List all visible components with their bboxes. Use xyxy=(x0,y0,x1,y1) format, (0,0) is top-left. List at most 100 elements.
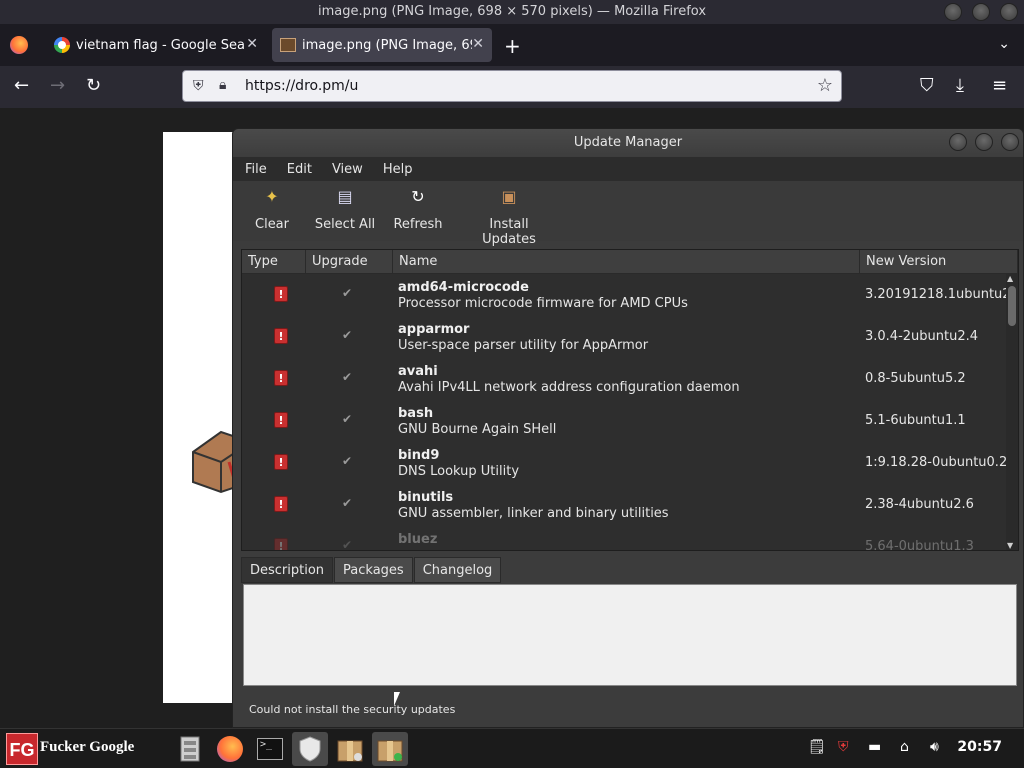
keyboard-tray-icon[interactable]: ▬ xyxy=(868,739,881,755)
status-text: Could not install the security updates xyxy=(249,703,456,716)
clear-button[interactable]: ✦ Clear xyxy=(247,185,297,232)
security-update-icon: ! xyxy=(274,370,288,386)
table-row[interactable]: ! ✔ bind9 DNS Lookup Utility 1:9.18.28-0… xyxy=(242,442,1006,484)
package-version: 2.38-4ubuntu2.6 xyxy=(865,497,974,512)
um-minimize-button[interactable] xyxy=(949,133,967,151)
package-name: bluez xyxy=(398,532,438,547)
tab-google-search[interactable]: vietnam flag - Google Search ✕ xyxy=(46,28,266,62)
firefox-logo-icon[interactable] xyxy=(10,36,28,54)
security-update-icon: ! xyxy=(274,454,288,470)
security-update-icon: ! xyxy=(274,328,288,344)
maximize-button[interactable] xyxy=(972,3,990,21)
url-bar[interactable]: ⛨ 🔒︎ https://dro.pm/u ☆ xyxy=(182,70,842,102)
package-name: apparmor xyxy=(398,322,470,337)
column-header-type[interactable]: Type xyxy=(242,250,306,274)
upgrade-checkbox[interactable]: ✔ xyxy=(342,286,352,300)
security-update-icon: ! xyxy=(274,538,288,550)
menu-file[interactable]: File xyxy=(245,162,267,177)
new-tab-button[interactable]: + xyxy=(504,34,521,58)
shield-taskbar-icon[interactable] xyxy=(292,732,328,766)
tab-close-icon[interactable]: ✕ xyxy=(472,36,484,52)
table-row[interactable]: ! ✔ apparmor User-space parser utility f… xyxy=(242,316,1006,358)
update-manager-titlebar: Update Manager xyxy=(233,129,1023,157)
volume-tray-icon[interactable]: 🔊︎ xyxy=(930,739,939,755)
upgrade-checkbox[interactable]: ✔ xyxy=(342,496,352,510)
menu-help[interactable]: Help xyxy=(383,162,413,177)
tab-image-png[interactable]: image.png (PNG Image, 698 × 570 pixels) … xyxy=(272,28,492,62)
package-description: Processor microcode firmware for AMD CPU… xyxy=(398,296,688,311)
refresh-button[interactable]: ↻ Refresh xyxy=(391,185,445,232)
displayed-image xyxy=(163,132,251,703)
lock-icon[interactable]: 🔒︎ xyxy=(219,77,226,93)
clipboard-tray-icon[interactable]: 🗒︎ xyxy=(808,739,826,755)
package-version: 0.8-5ubuntu5.2 xyxy=(865,371,966,386)
install-updates-label: Install Updates xyxy=(482,217,536,247)
window-controls xyxy=(944,3,1018,21)
menu-edit[interactable]: Edit xyxy=(287,162,312,177)
start-menu-logo-icon[interactable]: FG xyxy=(6,733,38,765)
back-icon[interactable]: ← xyxy=(14,76,29,96)
minimize-button[interactable] xyxy=(944,3,962,21)
package-name: avahi xyxy=(398,364,438,379)
tab-close-icon[interactable]: ✕ xyxy=(246,36,258,52)
upgrade-checkbox[interactable]: ✔ xyxy=(342,454,352,468)
file-manager-taskbar-icon[interactable] xyxy=(172,732,208,766)
tab-packages[interactable]: Packages xyxy=(334,557,413,583)
tab-label: vietnam flag - Google Search xyxy=(76,37,246,53)
um-maximize-button[interactable] xyxy=(975,133,993,151)
package-description: GNU Bourne Again SHell xyxy=(398,422,557,437)
list-all-tabs-icon[interactable]: ⌄ xyxy=(998,36,1010,52)
table-row[interactable]: ! ✔ avahi Avahi IPv4LL network address c… xyxy=(242,358,1006,400)
pocket-icon[interactable]: ⛉ xyxy=(920,76,934,96)
url-text[interactable]: https://dro.pm/u xyxy=(245,78,358,94)
upgrade-checkbox[interactable]: ✔ xyxy=(342,412,352,426)
tracking-protection-shield-icon[interactable]: ⛨ xyxy=(193,78,204,94)
vertical-scrollbar[interactable]: ▲ ▼ xyxy=(1006,274,1018,550)
table-row[interactable]: ! ✔ bash GNU Bourne Again SHell 5.1-6ubu… xyxy=(242,400,1006,442)
table-row[interactable]: ! ✔ amd64-microcode Processor microcode … xyxy=(242,274,1006,316)
tab-label: image.png (PNG Image, 698 × 570 pixels) xyxy=(302,37,472,53)
description-pane[interactable] xyxy=(243,584,1017,686)
clock[interactable]: 20:57 xyxy=(957,739,1002,755)
scroll-up-arrow-icon[interactable]: ▲ xyxy=(1007,274,1013,283)
menu-view[interactable]: View xyxy=(332,162,363,177)
table-row[interactable]: ! ✔ binutils GNU assembler, linker and b… xyxy=(242,484,1006,526)
update-manager-taskbar-icon[interactable] xyxy=(372,732,408,766)
column-header-upgrade[interactable]: Upgrade xyxy=(306,250,393,274)
update-manager-window: Update Manager File Edit View Help ✦ Cle… xyxy=(232,128,1024,728)
menu-bar: File Edit View Help xyxy=(233,157,1023,181)
reload-icon[interactable]: ↻ xyxy=(86,76,101,96)
um-close-button[interactable] xyxy=(1001,133,1019,151)
detail-tabs: Description Packages Changelog xyxy=(241,557,502,583)
tab-description[interactable]: Description xyxy=(241,557,334,583)
select-all-button[interactable]: ▤ Select All xyxy=(313,185,377,232)
forward-icon[interactable]: → xyxy=(50,76,65,96)
network-tray-icon[interactable]: ⌂ xyxy=(900,739,909,755)
package-description: Avahi IPv4LL network address configurati… xyxy=(398,380,740,395)
column-header-new-version[interactable]: New Version xyxy=(860,250,1018,274)
package-version: 3.0.4-2ubuntu2.4 xyxy=(865,329,979,344)
package-installer-taskbar-icon[interactable] xyxy=(332,732,368,766)
download-icon[interactable]: ⤓ xyxy=(956,76,964,96)
scroll-down-arrow-icon[interactable]: ▼ xyxy=(1007,541,1013,550)
close-button[interactable] xyxy=(1000,3,1018,21)
upgrade-checkbox[interactable]: ✔ xyxy=(342,370,352,384)
firefox-taskbar-icon[interactable] xyxy=(212,732,248,766)
upgrade-checkbox[interactable]: ✔ xyxy=(342,538,352,550)
security-update-icon: ! xyxy=(274,412,288,428)
package-version: 5.1-6ubuntu1.1 xyxy=(865,413,966,428)
app-menu-icon[interactable]: ≡ xyxy=(992,76,1007,96)
column-header-name[interactable]: Name xyxy=(393,250,860,274)
bookmark-star-icon[interactable]: ☆ xyxy=(817,75,833,96)
clear-label: Clear xyxy=(255,217,289,232)
upgrade-checkbox[interactable]: ✔ xyxy=(342,328,352,342)
table-row[interactable]: ! ✔ bluez 5.64-0ubuntu1.3 xyxy=(242,526,1006,550)
install-updates-button[interactable]: ▣ Install Updates xyxy=(461,185,557,247)
scrollbar-thumb[interactable] xyxy=(1008,286,1016,326)
terminal-taskbar-icon[interactable]: >_ xyxy=(252,732,288,766)
taskbar: FG Fucker Google >_ 🗒︎ ⛨ ▬ ⌂ 🔊︎ 20:57 xyxy=(0,728,1024,768)
start-menu-label[interactable]: Fucker Google xyxy=(40,739,134,756)
select-all-label: Select All xyxy=(314,217,376,232)
tab-changelog[interactable]: Changelog xyxy=(413,557,502,583)
security-shield-tray-icon[interactable]: ⛨ xyxy=(838,739,849,755)
